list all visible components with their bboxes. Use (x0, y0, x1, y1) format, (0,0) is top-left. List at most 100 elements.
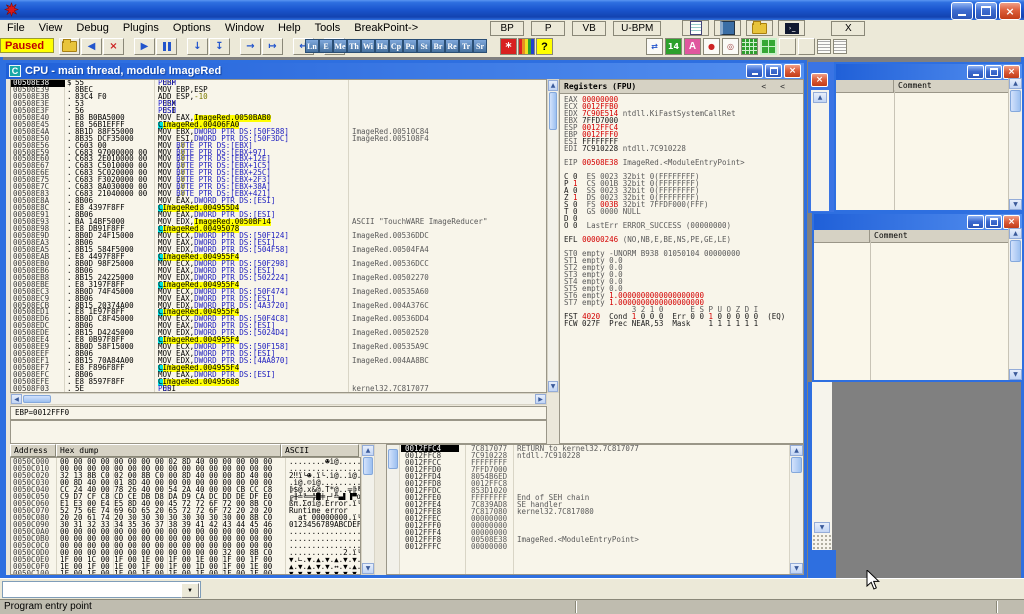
register-line[interactable]: EDI 7C910228 ntdll.7C910228 (564, 145, 803, 152)
register-line[interactable]: O 0 LastErr ERROR_SUCCESS (00000000) (564, 222, 803, 229)
disasm-row[interactable]: 00508F03.5EPOP ESIkernel32.7C817077 (11, 386, 546, 393)
stack-row[interactable]: 0012FFFC00000000 (387, 543, 803, 550)
scroll-up-arrow[interactable]: ▲ (813, 92, 827, 103)
console-icon[interactable]: ›_ (778, 20, 805, 36)
scroll-thumb[interactable] (23, 395, 51, 403)
help-button[interactable]: ? (536, 38, 553, 55)
scroll-thumb[interactable] (1010, 240, 1021, 262)
register-line[interactable]: T 0 GS 0000 NULL (564, 208, 803, 215)
stack-vscrollbar[interactable]: ▲ ▼ (789, 445, 803, 574)
pane-button-ln[interactable]: Ln (305, 39, 319, 53)
comment-window-bottom-titlebar[interactable]: × (814, 214, 1022, 230)
scroll-left-arrow[interactable]: ◀ (11, 394, 22, 404)
close-program-button[interactable]: × (103, 38, 124, 55)
scroll-up-arrow[interactable]: ▲ (548, 80, 558, 91)
pane-button-re[interactable]: Re (445, 39, 459, 53)
restore-button[interactable] (975, 2, 997, 20)
stack-row[interactable]: 0012FFD48054B6ED (387, 473, 803, 480)
dump-header-address[interactable]: Address (10, 444, 56, 457)
scroll-down-arrow[interactable]: ▼ (790, 563, 803, 574)
scroll-up-arrow[interactable]: ▲ (362, 445, 374, 456)
scroll-up-arrow[interactable]: ▲ (1009, 228, 1022, 239)
comment-column-header[interactable]: Comment (894, 80, 1022, 92)
minimize-button[interactable] (951, 2, 973, 20)
scroll-thumb[interactable] (791, 457, 802, 473)
disasm-row[interactable]: 00508E3B.83C4 F0ADD ESP,-10 (11, 94, 546, 101)
register-line[interactable]: EFL 00000246 (NO,NB,E,BE,NS,PE,GE,LE) (564, 236, 803, 243)
first-column-header[interactable] (836, 80, 894, 92)
assemble-a-icon[interactable]: A (684, 38, 701, 55)
cpu-minimize-button[interactable] (746, 64, 763, 78)
register-line[interactable]: FCW 027F Prec NEAR,53 Mask 1 1 1 1 1 1 (564, 320, 803, 327)
comment-window-bottom-scrollbar[interactable]: ▲ ▼ (1008, 228, 1022, 380)
registers-collapse-buttons[interactable]: << (761, 82, 799, 91)
registers-pane[interactable]: Registers (FPU) << EAX 00000000ECX 0012F… (559, 79, 804, 444)
stack-row[interactable]: 0012FFD80012FFC8 (387, 480, 803, 487)
menu-item-breakpoint[interactable]: BreakPoint-> (347, 20, 425, 36)
stack-row[interactable]: 0012FFE87C817080kernel32.7C817080 (387, 508, 803, 515)
plugin-button-bp[interactable]: BP (490, 21, 524, 36)
menu-close-button[interactable]: X (831, 21, 865, 36)
scroll-down-arrow[interactable]: ▼ (362, 563, 374, 574)
background-window-scrollbar[interactable]: ▼ (812, 382, 832, 534)
windows-grid-icon[interactable] (760, 38, 777, 55)
stack-row[interactable]: 0012FFF800508E38ImageRed.<ModuleEntryPoi… (387, 536, 803, 543)
menu-item-view[interactable]: View (32, 20, 70, 36)
list-marked-icon[interactable] (833, 39, 847, 54)
stack-row[interactable]: 0012FFF000000000 (387, 522, 803, 529)
disassembly-hscrollbar[interactable]: ◀ ▶ (10, 393, 547, 405)
scroll-down-arrow[interactable]: ▼ (1009, 199, 1022, 210)
pane-button-ha[interactable]: Ha (375, 39, 389, 53)
pane-button-cp[interactable]: Cp (389, 39, 403, 53)
step-over-button[interactable]: ↧ (209, 38, 230, 55)
stack-row[interactable]: 0012FFE47C839AD8SE handler (387, 501, 803, 508)
disasm-row[interactable]: 00508EFE.E8 8597F8FFCALL ImageRed.004956… (11, 379, 546, 386)
menu-item-tools[interactable]: Tools (308, 20, 348, 36)
pane-button-th[interactable]: Th (347, 39, 361, 53)
cpu-restore-button[interactable] (765, 64, 782, 78)
stack-row[interactable]: 0012FFCCFFFFFFFF (387, 459, 803, 466)
window-titlebar[interactable]: × (0, 0, 1024, 20)
settings-gear-icon[interactable]: * (500, 38, 517, 55)
stack-row[interactable]: 0012FFC87C910228ntdll.7C910228 (387, 452, 803, 459)
breakpoint-dot-icon[interactable]: ● (703, 38, 720, 55)
pane-button-me[interactable]: Me (333, 39, 347, 53)
stack-row[interactable]: 0012FFD07FFD7000 (387, 466, 803, 473)
scroll-up-arrow[interactable]: ▲ (790, 445, 803, 456)
menu-item-debug[interactable]: Debug (69, 20, 115, 36)
pane-button-br[interactable]: Br (431, 39, 445, 53)
green-14-icon[interactable]: 14 (665, 38, 682, 55)
appearance-rainbow-icon[interactable] (518, 38, 535, 55)
combobox-dropdown-button[interactable]: ▼ (181, 583, 199, 598)
close-button[interactable]: × (1003, 215, 1020, 229)
book-icon[interactable] (714, 20, 741, 36)
resize-grip[interactable] (812, 534, 832, 550)
swap-arrows-icon[interactable]: ⇄ (646, 38, 663, 55)
animate-over-button[interactable]: ↦ (262, 38, 283, 55)
pane-button-wi[interactable]: Wi (361, 39, 375, 53)
comment-window-top-titlebar[interactable]: × (836, 64, 1022, 80)
minimize-button[interactable] (967, 215, 984, 229)
background-window-scrollbar[interactable]: ▲ (811, 90, 829, 211)
stack-row[interactable]: 0012FFE0FFFFFFFFEnd of SEH chain (387, 494, 803, 501)
scroll-right-arrow[interactable]: ▶ (535, 394, 546, 404)
plugin-button-p[interactable]: P (531, 21, 565, 36)
animate-into-button[interactable]: → (240, 38, 261, 55)
comment-window-top-scrollbar[interactable]: ▲ ▼ (1008, 78, 1022, 210)
menu-item-window[interactable]: Window (218, 20, 271, 36)
trace-spiral-icon[interactable]: ◎ (722, 38, 739, 55)
notepad-icon[interactable] (682, 20, 709, 36)
scroll-thumb[interactable] (363, 457, 373, 475)
open-folder-icon[interactable] (746, 20, 773, 36)
stack-row[interactable]: 0012FFDC853D1020 (387, 487, 803, 494)
scroll-down-arrow[interactable]: ▼ (548, 381, 558, 392)
blank-button-1[interactable] (779, 38, 796, 55)
menu-item-file[interactable]: File (0, 20, 32, 36)
maximize-button[interactable] (985, 215, 1002, 229)
stack-row[interactable]: 0012FFEC00000000 (387, 515, 803, 522)
dump-pane[interactable]: 0050C00000 00 00 00 00 00 00 00 02 8D 40… (10, 457, 361, 575)
dump-header-ascii[interactable]: ASCII (281, 444, 359, 457)
run-button[interactable]: ▶ (134, 38, 155, 55)
disassembly-vscrollbar[interactable]: ▲ ▼ (547, 79, 559, 393)
menu-item-options[interactable]: Options (166, 20, 218, 36)
